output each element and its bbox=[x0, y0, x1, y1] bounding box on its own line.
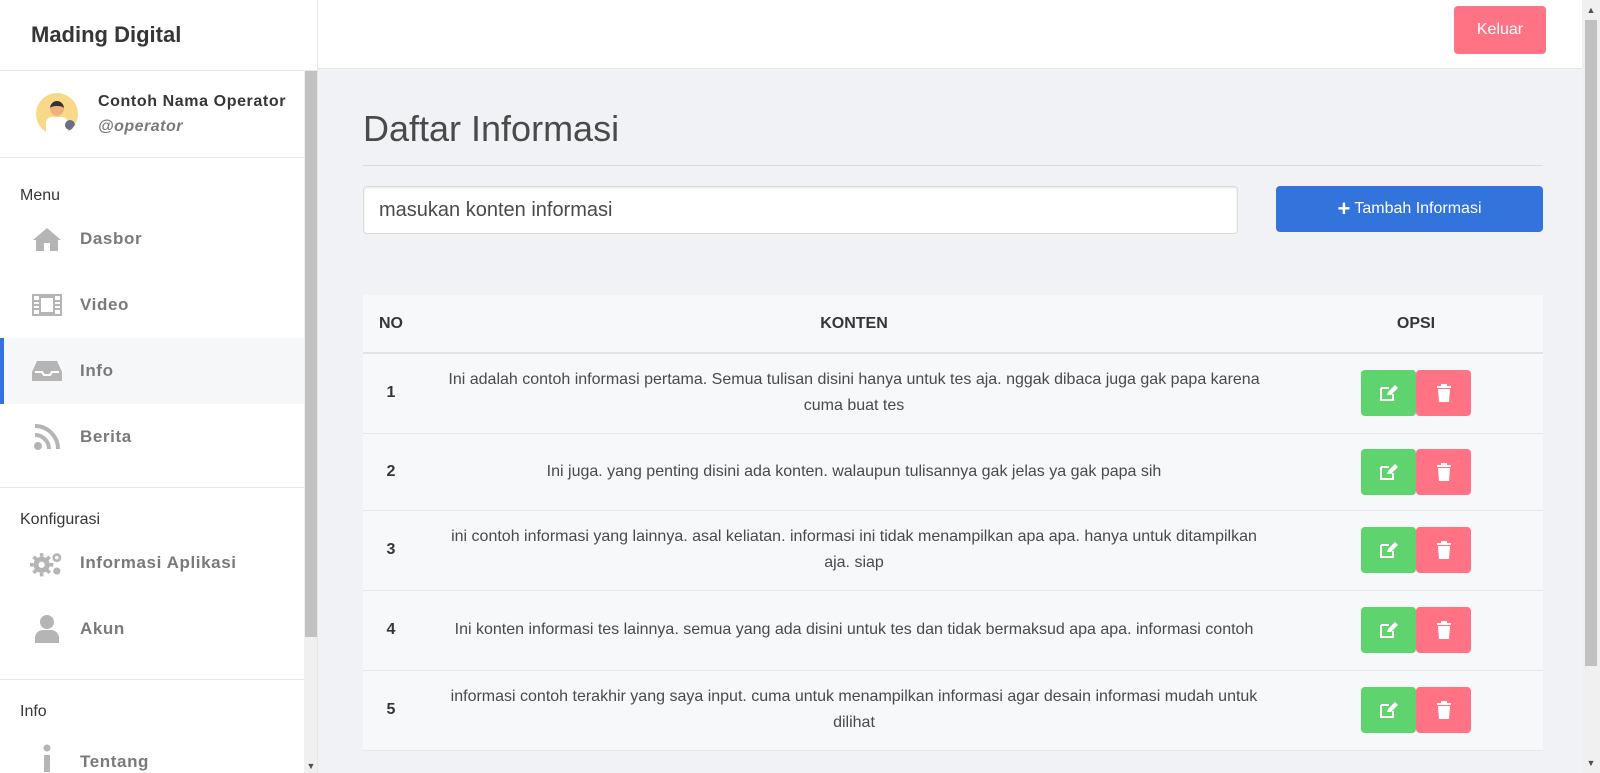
page-scrollbar[interactable]: ▲ ▼ bbox=[1582, 0, 1600, 773]
edit-button[interactable] bbox=[1361, 448, 1416, 495]
user-handle: @operator bbox=[98, 117, 183, 135]
edit-icon bbox=[1379, 622, 1398, 638]
sidebar-item-label: Akun bbox=[80, 619, 125, 638]
delete-button[interactable] bbox=[1416, 607, 1471, 653]
trash-icon bbox=[1436, 701, 1451, 719]
sidebar-item-akun[interactable]: Akun bbox=[0, 596, 304, 662]
table-row: 3 ini contoh informasi yang lainnya. asa… bbox=[363, 510, 1543, 591]
row-content: Ini juga. yang penting disini ada konten… bbox=[419, 433, 1289, 511]
user-icon bbox=[30, 615, 64, 643]
sidebar: Mading Digital Contoh Nama Operator @ope… bbox=[0, 0, 318, 773]
sidebar-item-label: Berita bbox=[80, 427, 132, 446]
row-number: 4 bbox=[363, 590, 419, 671]
sidebar-item-berita[interactable]: Berita bbox=[0, 404, 304, 470]
home-icon bbox=[30, 225, 64, 253]
topbar: Keluar bbox=[318, 0, 1582, 69]
table-row: 2 Ini juga. yang penting disini ada kont… bbox=[363, 433, 1543, 511]
sidebar-item-label: Informasi Aplikasi bbox=[80, 553, 237, 572]
row-number: 3 bbox=[363, 510, 419, 591]
user-name: Contoh Nama Operator bbox=[98, 92, 287, 110]
row-content: Ini adalah contoh informasi pertama. Sem… bbox=[419, 353, 1289, 434]
trash-icon bbox=[1436, 541, 1451, 559]
edit-button[interactable] bbox=[1361, 687, 1416, 733]
delete-button[interactable] bbox=[1416, 370, 1471, 417]
title-divider bbox=[363, 165, 1543, 166]
delete-button[interactable] bbox=[1416, 448, 1471, 495]
add-info-form: + Tambah Informasi bbox=[363, 186, 1543, 234]
info-table: NO KONTEN OPSI 1 Ini adalah contoh infor… bbox=[363, 295, 1543, 751]
table-row: 1 Ini adalah contoh informasi pertama. S… bbox=[363, 353, 1543, 434]
edit-button[interactable] bbox=[1361, 527, 1416, 573]
sidebar-item-tentang[interactable]: Tentang bbox=[0, 722, 304, 772]
user-profile: Contoh Nama Operator @operator bbox=[0, 71, 304, 158]
main-content: Daftar Informasi + Tambah Informasi NO K… bbox=[363, 69, 1543, 751]
scroll-down-icon[interactable]: ▼ bbox=[306, 761, 316, 771]
edit-button[interactable] bbox=[1361, 607, 1416, 653]
edit-icon bbox=[1379, 385, 1398, 402]
rss-icon bbox=[30, 423, 64, 451]
menu-section-label: Menu bbox=[20, 187, 61, 204]
logout-button[interactable]: Keluar bbox=[1454, 6, 1546, 54]
edit-icon bbox=[1379, 542, 1398, 558]
table-row: 5 informasi contoh terakhir yang saya in… bbox=[363, 670, 1543, 751]
brand-title[interactable]: Mading Digital bbox=[0, 0, 317, 71]
sidebar-item-label: Tentang bbox=[80, 752, 150, 771]
sidebar-item-video[interactable]: Video bbox=[0, 272, 304, 338]
scroll-up-icon[interactable]: ▲ bbox=[1582, 2, 1600, 18]
sidebar-item-label: Video bbox=[80, 295, 129, 314]
sidebar-item-label: Info bbox=[80, 361, 114, 380]
plus-icon: + bbox=[1337, 196, 1351, 221]
column-header-options: OPSI bbox=[1289, 295, 1543, 354]
sidebar-scrollbar-thumb[interactable] bbox=[305, 71, 317, 637]
trash-icon bbox=[1436, 462, 1451, 481]
edit-icon bbox=[1379, 463, 1398, 480]
trash-icon bbox=[1436, 384, 1451, 403]
row-content: ini contoh informasi yang lainnya. asal … bbox=[419, 510, 1289, 591]
add-info-button[interactable]: + Tambah Informasi bbox=[1276, 186, 1543, 232]
row-number: 1 bbox=[363, 353, 419, 434]
trash-icon bbox=[1436, 621, 1451, 639]
delete-button[interactable] bbox=[1416, 527, 1471, 573]
sidebar-scroll-area: Contoh Nama Operator @operator Menu Dasb… bbox=[0, 71, 304, 773]
delete-button[interactable] bbox=[1416, 687, 1471, 733]
gears-icon bbox=[30, 549, 64, 577]
row-number: 2 bbox=[363, 433, 419, 511]
scroll-down-icon[interactable]: ▼ bbox=[1582, 755, 1600, 771]
sidebar-scrollbar[interactable]: ▼ bbox=[304, 71, 317, 773]
gear-icon bbox=[65, 120, 75, 130]
avatar bbox=[36, 93, 78, 135]
row-content: Ini konten informasi tes lainnya. semua … bbox=[419, 590, 1289, 671]
row-number: 5 bbox=[363, 670, 419, 751]
sidebar-item-label: Dasbor bbox=[80, 229, 143, 248]
page-title: Daftar Informasi bbox=[363, 108, 620, 149]
column-header-no: NO bbox=[363, 295, 419, 354]
edit-icon bbox=[1379, 702, 1398, 718]
table-row: 4 Ini konten informasi tes lainnya. semu… bbox=[363, 590, 1543, 671]
info-content-input[interactable] bbox=[363, 186, 1238, 234]
konfigurasi-section-label: Konfigurasi bbox=[20, 511, 101, 528]
info-icon bbox=[30, 744, 64, 772]
row-content: informasi contoh terakhir yang saya inpu… bbox=[419, 670, 1289, 751]
sidebar-item-dasbor[interactable]: Dasbor bbox=[0, 206, 304, 272]
info-section-label: Info bbox=[20, 703, 47, 720]
sidebar-item-informasi-aplikasi[interactable]: Informasi Aplikasi bbox=[0, 530, 304, 596]
film-icon bbox=[30, 291, 64, 319]
sidebar-item-info[interactable]: Info bbox=[0, 338, 304, 404]
page-scrollbar-thumb[interactable] bbox=[1585, 20, 1597, 666]
column-header-content: KONTEN bbox=[419, 295, 1289, 354]
add-info-button-label: Tambah Informasi bbox=[1354, 200, 1482, 217]
edit-button[interactable] bbox=[1361, 370, 1416, 417]
inbox-icon bbox=[30, 357, 64, 385]
